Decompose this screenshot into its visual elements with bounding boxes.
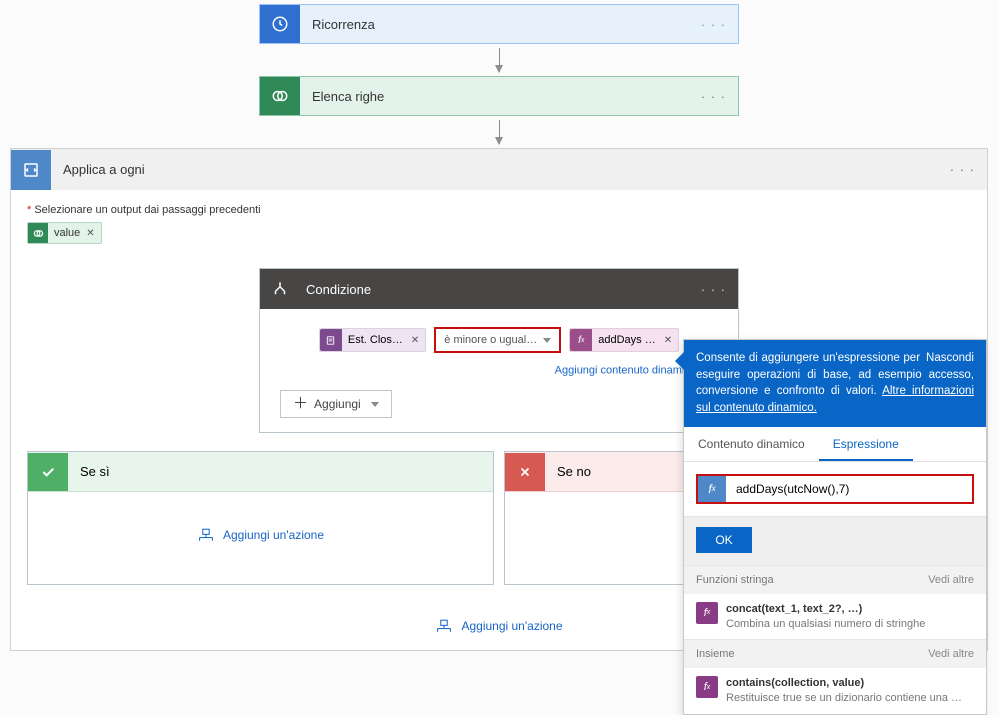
expression-input[interactable] (726, 482, 972, 496)
condition-left-operand[interactable]: Est. Clos… ✕ (319, 328, 426, 352)
dataverse-icon (260, 77, 300, 115)
clock-icon (260, 5, 300, 43)
expression-popup: Nascondi Consente di aggiungere un'espre… (683, 339, 987, 715)
apply-to-each-header[interactable]: Applica a ogni · · · (10, 148, 988, 190)
check-icon (28, 453, 68, 491)
recurrence-title: Ricorrenza (300, 17, 689, 32)
condition-header[interactable]: Condizione · · · (260, 269, 738, 309)
connector-arrow (499, 120, 500, 144)
popup-pointer (675, 352, 684, 370)
left-operand-remove[interactable]: ✕ (411, 335, 419, 346)
fn-contains[interactable]: fx contains(collection, value) Restituis… (684, 668, 986, 714)
if-yes-branch: Se sì Aggiungi un'azione (27, 451, 494, 585)
output-from-label: Selezionare un output dai passaggi prece… (27, 204, 971, 216)
if-yes-title: Se sì (68, 464, 110, 479)
operator-label: è minore o ugual… (444, 334, 537, 346)
add-action-label: Aggiungi un'azione (461, 619, 562, 633)
chevron-down-icon (371, 402, 379, 407)
add-action-bottom[interactable]: Aggiungi un'azione (435, 619, 562, 633)
recurrence-menu[interactable]: · · · (689, 17, 738, 32)
condition-right-operand[interactable]: fx addDays … ✕ (569, 328, 679, 352)
add-condition-label: Aggiungi (314, 397, 361, 411)
popup-header: Nascondi Consente di aggiungere un'espre… (684, 340, 986, 427)
connector-arrow (499, 48, 500, 72)
apply-to-each-menu[interactable]: · · · (938, 162, 987, 177)
list-rows-title: Elenca righe (300, 89, 689, 104)
expression-input-wrapper: fx (696, 474, 974, 504)
fx-icon: fx (698, 476, 726, 502)
close-icon (505, 453, 545, 491)
see-more-string[interactable]: Vedi altre (928, 574, 974, 586)
tab-expression[interactable]: Espressione (819, 427, 913, 461)
popup-tabs: Contenuto dinamico Espressione (684, 427, 986, 462)
chevron-down-icon (543, 338, 551, 343)
token-remove[interactable]: ✕ (86, 228, 94, 239)
list-rows-step[interactable]: Elenca righe · · · (259, 76, 739, 116)
fn-concat[interactable]: fx concat(text_1, text_2?, …) Combina un… (684, 594, 986, 640)
token-label: value (54, 227, 80, 239)
condition-operator-dropdown[interactable]: è minore o ugual… (434, 327, 561, 353)
fx-icon: fx (696, 676, 718, 698)
if-no-title: Se no (545, 464, 591, 479)
right-operand-label: addDays … (598, 334, 655, 346)
add-action-yes[interactable]: Aggiungi un'azione (197, 528, 324, 542)
loop-icon (11, 150, 51, 190)
section-string-title: Funzioni stringa (696, 574, 774, 586)
condition-icon (260, 280, 300, 298)
field-icon (320, 329, 342, 351)
fx-icon: fx (570, 329, 592, 351)
value-token[interactable]: value ✕ (27, 222, 102, 244)
right-operand-remove[interactable]: ✕ (664, 335, 672, 346)
popup-hide-link[interactable]: Nascondi (926, 350, 974, 367)
condition-title: Condizione (300, 282, 689, 297)
fn-concat-desc: Combina un qualsiasi numero di stringhe (726, 617, 925, 632)
left-operand-label: Est. Clos… (348, 334, 403, 346)
condition-menu[interactable]: · · · (689, 282, 738, 297)
list-rows-menu[interactable]: · · · (689, 89, 738, 104)
add-action-label: Aggiungi un'azione (223, 528, 324, 542)
see-more-collection[interactable]: Vedi altre (928, 648, 974, 660)
fn-contains-sig: contains(collection, value) (726, 676, 966, 691)
section-collection-title: Insieme (696, 648, 735, 660)
condition-card: Condizione · · · Est. Clos… ✕ è minore o… (259, 268, 739, 433)
fn-concat-sig: concat(text_1, text_2?, …) (726, 602, 925, 617)
dataverse-icon (28, 223, 48, 243)
fx-icon: fx (696, 602, 718, 624)
apply-to-each-title: Applica a ogni (51, 162, 938, 177)
fn-contains-desc: Restituisce true se un dizionario contie… (726, 691, 966, 706)
tab-dynamic-content[interactable]: Contenuto dinamico (684, 427, 819, 461)
recurrence-step[interactable]: Ricorrenza · · · (259, 4, 739, 44)
add-condition-button[interactable]: ＋ Aggiungi (280, 390, 392, 418)
ok-button[interactable]: OK (696, 527, 752, 553)
